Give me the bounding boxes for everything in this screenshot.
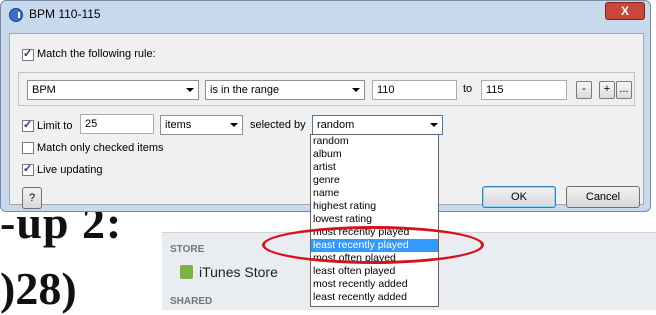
dropdown-option[interactable]: most recently added <box>311 278 438 291</box>
shopping-bag-icon <box>180 265 193 279</box>
chevron-down-icon <box>230 123 238 127</box>
dropdown-option[interactable]: least recently added <box>311 291 438 304</box>
match-checked-label: Match only checked items <box>37 142 164 154</box>
limit-label: Limit to <box>37 120 73 132</box>
dropdown-option[interactable]: lowest rating <box>311 213 438 226</box>
limit-unit-select[interactable]: items <box>160 115 243 135</box>
chevron-down-icon <box>186 88 194 92</box>
nested-rule-button[interactable]: ... <box>616 81 632 99</box>
dropdown-option[interactable]: album <box>311 148 438 161</box>
range-to-label: to <box>463 83 473 95</box>
ok-button[interactable]: OK <box>482 186 556 208</box>
highlight-annotation-ellipse <box>262 226 484 264</box>
background-heading-text-2: )28) <box>0 263 77 314</box>
dropdown-option[interactable]: least often played <box>311 265 438 278</box>
limit-checkbox[interactable] <box>22 118 34 132</box>
itunes-icon <box>9 8 23 22</box>
range-to-input[interactable]: 115 <box>481 80 567 100</box>
dropdown-option[interactable]: random <box>311 135 438 148</box>
selected-by-label: selected by <box>250 119 306 131</box>
dialog-title: BPM 110-115 <box>29 7 101 21</box>
title-bar[interactable]: BPM 110-115 X <box>1 1 650 29</box>
dropdown-option[interactable]: genre <box>311 174 438 187</box>
rule-condition-select[interactable]: is in the range <box>205 80 365 100</box>
live-updating-checkbox[interactable] <box>22 162 34 176</box>
rule-field-select[interactable]: BPM <box>27 80 199 100</box>
sidebar-header-shared: SHARED <box>170 296 213 307</box>
dropdown-option[interactable]: name <box>311 187 438 200</box>
chevron-down-icon <box>430 123 438 127</box>
selected-by-dropdown-list: random album artist genre name highest r… <box>310 134 439 307</box>
sidebar-item-itunes-store[interactable]: iTunes Store <box>180 264 278 280</box>
help-button[interactable]: ? <box>22 187 42 209</box>
rule-field-value: BPM <box>32 84 56 96</box>
selected-by-value: random <box>317 119 355 131</box>
rule-row: BPM is in the range 110 to 115 - + ... <box>18 72 635 106</box>
live-updating-label: Live updating <box>37 164 103 176</box>
dropdown-option[interactable]: highest rating <box>311 200 438 213</box>
chevron-down-icon <box>352 88 360 92</box>
limit-unit-value: items <box>165 119 192 131</box>
rule-condition-value: is in the range <box>210 84 280 96</box>
limit-value-input[interactable]: 25 <box>80 114 154 134</box>
close-button[interactable]: X <box>605 2 645 20</box>
add-rule-button[interactable]: + <box>599 81 615 99</box>
sidebar-header-store: STORE <box>170 244 205 255</box>
sidebar-item-label: iTunes Store <box>199 264 278 280</box>
range-from-input[interactable]: 110 <box>372 80 457 100</box>
match-rule-checkbox[interactable] <box>22 47 34 61</box>
match-rule-label: Match the following rule: <box>37 48 156 60</box>
selected-by-select[interactable]: random <box>312 115 443 135</box>
remove-rule-button[interactable]: - <box>576 81 592 99</box>
dropdown-option[interactable]: artist <box>311 161 438 174</box>
match-checked-checkbox[interactable] <box>22 142 34 154</box>
cancel-button[interactable]: Cancel <box>566 186 640 208</box>
